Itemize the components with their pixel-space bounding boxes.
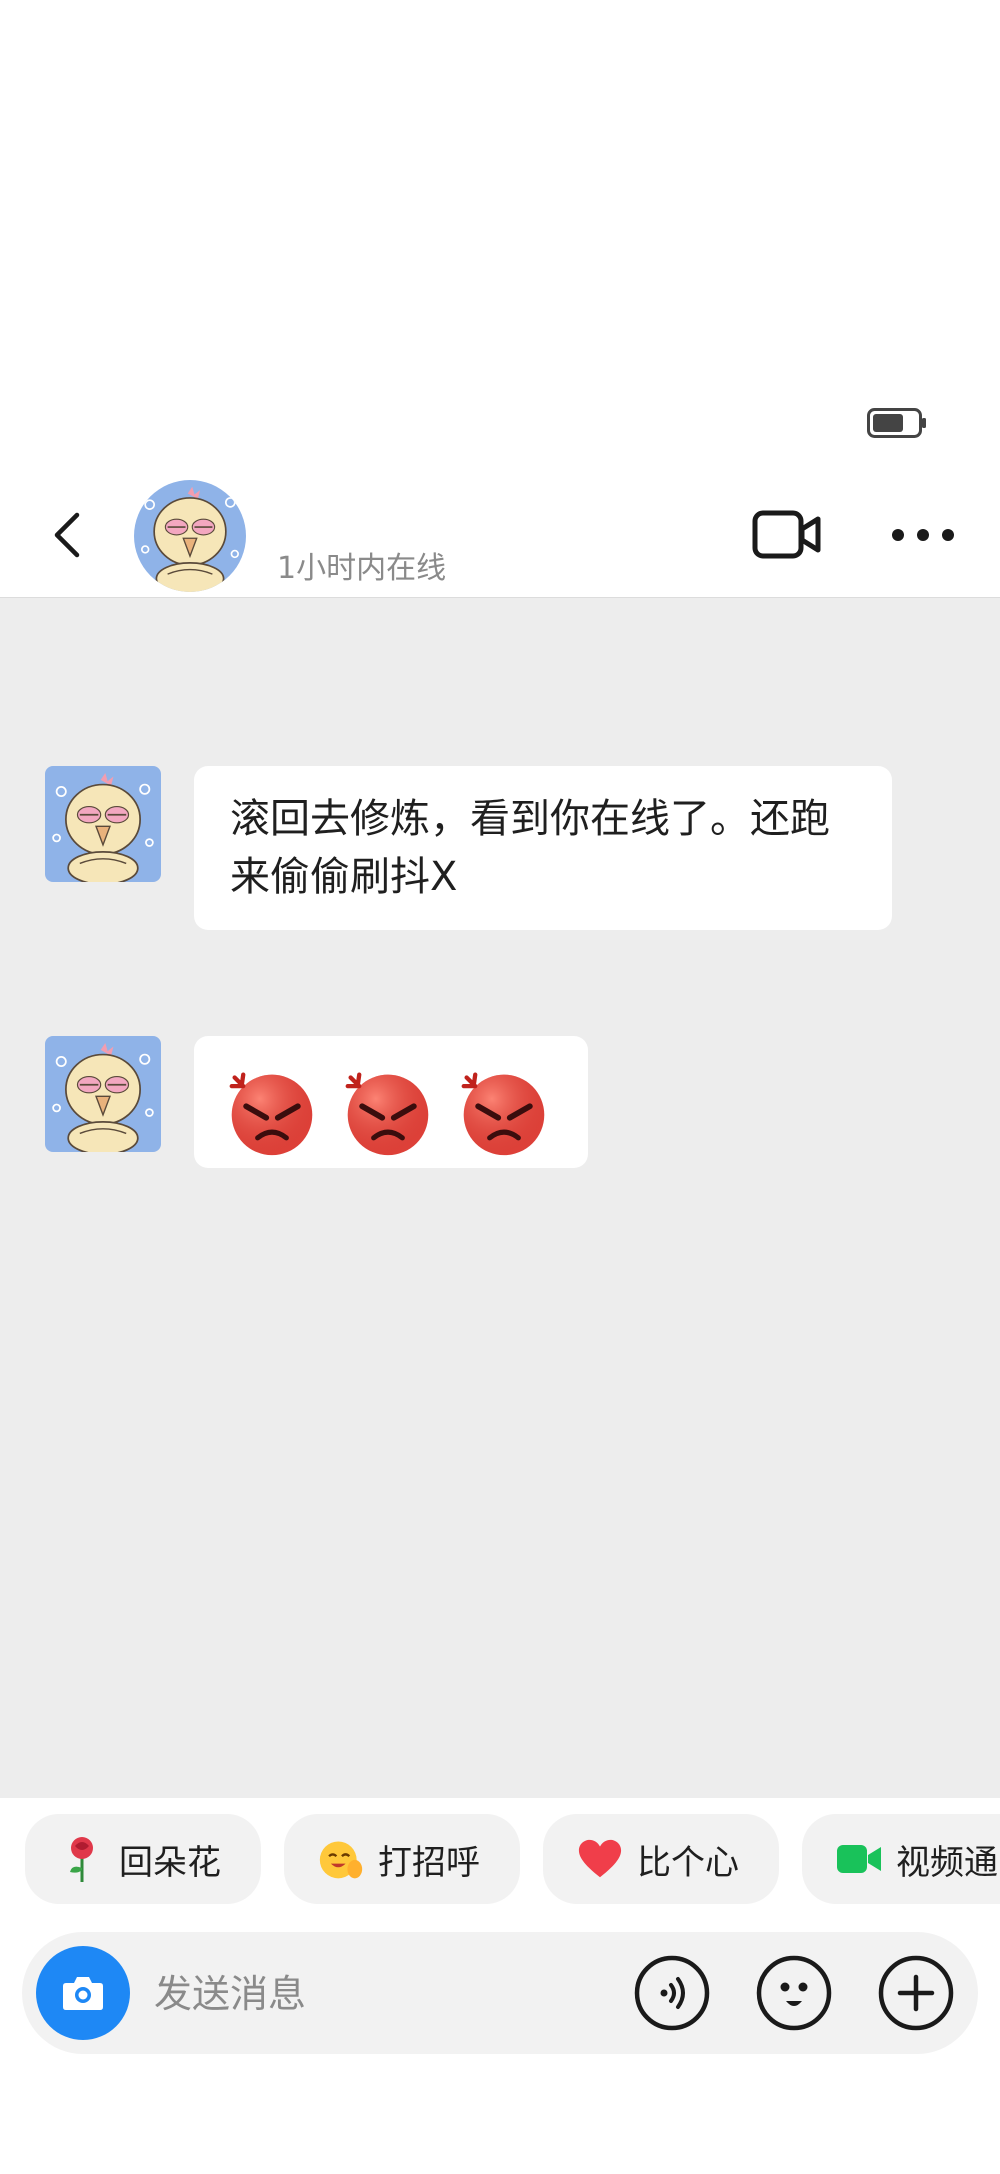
emoji-button[interactable]	[756, 1955, 832, 2031]
status-bar	[0, 0, 1000, 470]
message-text: 滚回去修炼，看到你在线了。还跑来偷偷刷抖X	[230, 796, 830, 900]
chevron-left-icon	[54, 512, 80, 558]
angry-face-emoji	[458, 1066, 550, 1158]
voice-wave-icon	[634, 1955, 710, 2031]
message-input[interactable]	[152, 1963, 616, 2025]
chip-label: 打招呼	[378, 1842, 480, 1883]
camera-icon	[63, 1977, 103, 2010]
emoji-message-bubble[interactable]	[194, 1036, 588, 1168]
rose-icon	[59, 1836, 105, 1882]
back-button[interactable]	[40, 500, 92, 570]
chip-label: 比个心	[637, 1842, 739, 1883]
chat-area[interactable]: 滚回去修炼，看到你在线了。还跑来偷偷刷抖X	[0, 598, 1000, 1798]
add-more-button[interactable]	[878, 1955, 954, 2031]
smiley-icon	[756, 1955, 832, 2031]
video-camera-icon	[836, 1836, 882, 1882]
more-dots-icon	[892, 529, 954, 541]
battery-icon	[867, 408, 926, 438]
online-status: 1小时内在线	[277, 551, 447, 586]
heart-icon	[577, 1836, 623, 1882]
sender-avatar[interactable]	[45, 1036, 161, 1152]
voice-button[interactable]	[634, 1955, 710, 2031]
quick-reply-heart[interactable]: 比个心	[543, 1814, 779, 1904]
sender-avatar[interactable]	[45, 766, 161, 882]
video-camera-icon	[752, 510, 821, 559]
greeting-emoji-icon	[318, 1836, 364, 1882]
quick-reply-bar: 回朵花 打招呼 比个心 视频通	[0, 1798, 1000, 1918]
more-button[interactable]	[888, 515, 958, 555]
quick-reply-greeting[interactable]: 打招呼	[284, 1814, 520, 1904]
message-input-bar	[22, 1932, 978, 2054]
plus-icon	[878, 1955, 954, 2031]
chat-header: 1小时内在线	[0, 470, 1000, 598]
quick-reply-rose[interactable]: 回朵花	[25, 1814, 261, 1904]
angry-face-emoji	[226, 1066, 318, 1158]
angry-face-emoji	[342, 1066, 434, 1158]
quick-reply-video[interactable]: 视频通	[802, 1814, 1000, 1904]
bottom-safe-area	[0, 2054, 1000, 2174]
message-bubble[interactable]: 滚回去修炼，看到你在线了。还跑来偷偷刷抖X	[194, 766, 892, 930]
chip-label: 视频通	[896, 1842, 998, 1883]
contact-avatar[interactable]	[134, 480, 246, 592]
camera-button[interactable]	[36, 1946, 130, 2040]
chip-label: 回朵花	[119, 1842, 221, 1883]
video-call-button[interactable]	[752, 507, 822, 562]
